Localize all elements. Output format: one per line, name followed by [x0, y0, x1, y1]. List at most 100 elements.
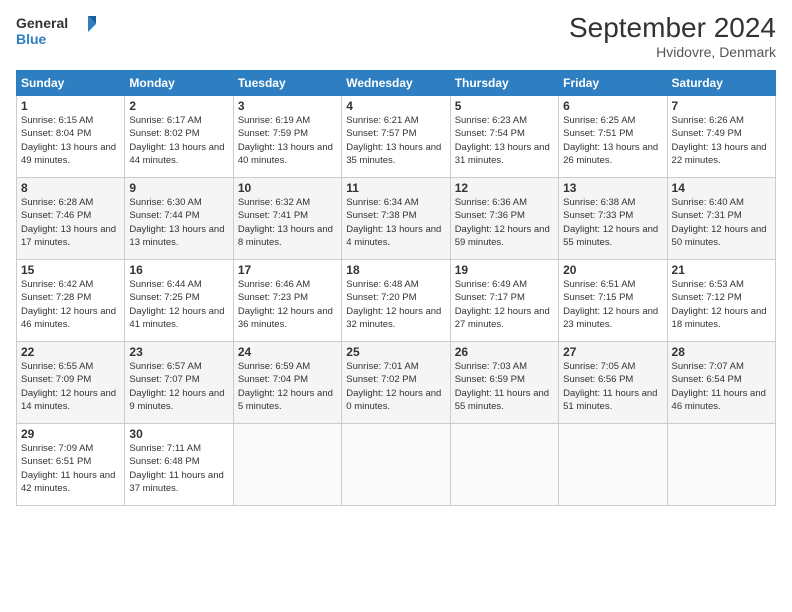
- day-number: 21: [672, 263, 771, 277]
- table-row: 17 Sunrise: 6:46 AMSunset: 7:23 PMDaylig…: [233, 260, 341, 342]
- col-wednesday: Wednesday: [342, 71, 450, 96]
- col-saturday: Saturday: [667, 71, 775, 96]
- day-info: Sunrise: 6:32 AMSunset: 7:41 PMDaylight:…: [238, 196, 337, 249]
- table-row: 9 Sunrise: 6:30 AMSunset: 7:44 PMDayligh…: [125, 178, 233, 260]
- table-row: 3 Sunrise: 6:19 AMSunset: 7:59 PMDayligh…: [233, 96, 341, 178]
- day-info: Sunrise: 6:36 AMSunset: 7:36 PMDaylight:…: [455, 196, 554, 249]
- day-info: Sunrise: 6:51 AMSunset: 7:15 PMDaylight:…: [563, 278, 662, 331]
- day-info: Sunrise: 7:01 AMSunset: 7:02 PMDaylight:…: [346, 360, 445, 413]
- calendar-week-row: 1 Sunrise: 6:15 AMSunset: 8:04 PMDayligh…: [17, 96, 776, 178]
- table-row: [233, 424, 341, 506]
- svg-text:Blue: Blue: [16, 31, 47, 47]
- day-info: Sunrise: 6:30 AMSunset: 7:44 PMDaylight:…: [129, 196, 228, 249]
- day-number: 17: [238, 263, 337, 277]
- calendar-week-row: 15 Sunrise: 6:42 AMSunset: 7:28 PMDaylig…: [17, 260, 776, 342]
- day-info: Sunrise: 6:42 AMSunset: 7:28 PMDaylight:…: [21, 278, 120, 331]
- table-row: 7 Sunrise: 6:26 AMSunset: 7:49 PMDayligh…: [667, 96, 775, 178]
- day-info: Sunrise: 6:59 AMSunset: 7:04 PMDaylight:…: [238, 360, 337, 413]
- svg-text:General: General: [16, 15, 68, 31]
- table-row: 29 Sunrise: 7:09 AMSunset: 6:51 PMDaylig…: [17, 424, 125, 506]
- day-info: Sunrise: 7:03 AMSunset: 6:59 PMDaylight:…: [455, 360, 554, 413]
- day-number: 26: [455, 345, 554, 359]
- table-row: 24 Sunrise: 6:59 AMSunset: 7:04 PMDaylig…: [233, 342, 341, 424]
- table-row: 25 Sunrise: 7:01 AMSunset: 7:02 PMDaylig…: [342, 342, 450, 424]
- month-title: September 2024: [569, 12, 776, 44]
- day-number: 19: [455, 263, 554, 277]
- day-info: Sunrise: 6:53 AMSunset: 7:12 PMDaylight:…: [672, 278, 771, 331]
- day-info: Sunrise: 6:26 AMSunset: 7:49 PMDaylight:…: [672, 114, 771, 167]
- day-info: Sunrise: 6:34 AMSunset: 7:38 PMDaylight:…: [346, 196, 445, 249]
- day-info: Sunrise: 6:40 AMSunset: 7:31 PMDaylight:…: [672, 196, 771, 249]
- table-row: 6 Sunrise: 6:25 AMSunset: 7:51 PMDayligh…: [559, 96, 667, 178]
- day-number: 16: [129, 263, 228, 277]
- location-subtitle: Hvidovre, Denmark: [569, 44, 776, 60]
- day-info: Sunrise: 6:38 AMSunset: 7:33 PMDaylight:…: [563, 196, 662, 249]
- col-tuesday: Tuesday: [233, 71, 341, 96]
- table-row: 12 Sunrise: 6:36 AMSunset: 7:36 PMDaylig…: [450, 178, 558, 260]
- table-row: 2 Sunrise: 6:17 AMSunset: 8:02 PMDayligh…: [125, 96, 233, 178]
- day-number: 4: [346, 99, 445, 113]
- day-number: 30: [129, 427, 228, 441]
- table-row: 21 Sunrise: 6:53 AMSunset: 7:12 PMDaylig…: [667, 260, 775, 342]
- day-number: 2: [129, 99, 228, 113]
- table-row: [667, 424, 775, 506]
- table-row: 8 Sunrise: 6:28 AMSunset: 7:46 PMDayligh…: [17, 178, 125, 260]
- day-number: 20: [563, 263, 662, 277]
- day-info: Sunrise: 7:11 AMSunset: 6:48 PMDaylight:…: [129, 442, 228, 495]
- day-number: 1: [21, 99, 120, 113]
- day-number: 6: [563, 99, 662, 113]
- table-row: 11 Sunrise: 6:34 AMSunset: 7:38 PMDaylig…: [342, 178, 450, 260]
- day-number: 8: [21, 181, 120, 195]
- table-row: 20 Sunrise: 6:51 AMSunset: 7:15 PMDaylig…: [559, 260, 667, 342]
- day-info: Sunrise: 7:09 AMSunset: 6:51 PMDaylight:…: [21, 442, 120, 495]
- table-row: [559, 424, 667, 506]
- day-info: Sunrise: 6:57 AMSunset: 7:07 PMDaylight:…: [129, 360, 228, 413]
- table-row: 30 Sunrise: 7:11 AMSunset: 6:48 PMDaylig…: [125, 424, 233, 506]
- day-info: Sunrise: 6:17 AMSunset: 8:02 PMDaylight:…: [129, 114, 228, 167]
- table-row: 16 Sunrise: 6:44 AMSunset: 7:25 PMDaylig…: [125, 260, 233, 342]
- day-number: 23: [129, 345, 228, 359]
- title-block: September 2024 Hvidovre, Denmark: [569, 12, 776, 60]
- day-info: Sunrise: 6:19 AMSunset: 7:59 PMDaylight:…: [238, 114, 337, 167]
- col-monday: Monday: [125, 71, 233, 96]
- table-row: 19 Sunrise: 6:49 AMSunset: 7:17 PMDaylig…: [450, 260, 558, 342]
- page-header: General Blue September 2024 Hvidovre, De…: [16, 12, 776, 60]
- day-number: 11: [346, 181, 445, 195]
- table-row: 13 Sunrise: 6:38 AMSunset: 7:33 PMDaylig…: [559, 178, 667, 260]
- table-row: 22 Sunrise: 6:55 AMSunset: 7:09 PMDaylig…: [17, 342, 125, 424]
- day-number: 24: [238, 345, 337, 359]
- day-number: 15: [21, 263, 120, 277]
- col-sunday: Sunday: [17, 71, 125, 96]
- day-number: 22: [21, 345, 120, 359]
- table-row: 23 Sunrise: 6:57 AMSunset: 7:07 PMDaylig…: [125, 342, 233, 424]
- day-info: Sunrise: 6:46 AMSunset: 7:23 PMDaylight:…: [238, 278, 337, 331]
- day-number: 7: [672, 99, 771, 113]
- day-info: Sunrise: 6:23 AMSunset: 7:54 PMDaylight:…: [455, 114, 554, 167]
- col-friday: Friday: [559, 71, 667, 96]
- day-number: 13: [563, 181, 662, 195]
- table-row: [450, 424, 558, 506]
- day-number: 10: [238, 181, 337, 195]
- table-row: 15 Sunrise: 6:42 AMSunset: 7:28 PMDaylig…: [17, 260, 125, 342]
- table-row: 10 Sunrise: 6:32 AMSunset: 7:41 PMDaylig…: [233, 178, 341, 260]
- day-info: Sunrise: 6:25 AMSunset: 7:51 PMDaylight:…: [563, 114, 662, 167]
- header-row: Sunday Monday Tuesday Wednesday Thursday…: [17, 71, 776, 96]
- day-info: Sunrise: 6:28 AMSunset: 7:46 PMDaylight:…: [21, 196, 120, 249]
- day-info: Sunrise: 7:05 AMSunset: 6:56 PMDaylight:…: [563, 360, 662, 413]
- logo-icon: General Blue: [16, 12, 96, 50]
- day-number: 18: [346, 263, 445, 277]
- day-number: 28: [672, 345, 771, 359]
- calendar-week-row: 29 Sunrise: 7:09 AMSunset: 6:51 PMDaylig…: [17, 424, 776, 506]
- calendar-week-row: 8 Sunrise: 6:28 AMSunset: 7:46 PMDayligh…: [17, 178, 776, 260]
- day-number: 29: [21, 427, 120, 441]
- day-number: 9: [129, 181, 228, 195]
- table-row: 5 Sunrise: 6:23 AMSunset: 7:54 PMDayligh…: [450, 96, 558, 178]
- table-row: 4 Sunrise: 6:21 AMSunset: 7:57 PMDayligh…: [342, 96, 450, 178]
- day-number: 12: [455, 181, 554, 195]
- table-row: 14 Sunrise: 6:40 AMSunset: 7:31 PMDaylig…: [667, 178, 775, 260]
- table-row: 27 Sunrise: 7:05 AMSunset: 6:56 PMDaylig…: [559, 342, 667, 424]
- table-row: 28 Sunrise: 7:07 AMSunset: 6:54 PMDaylig…: [667, 342, 775, 424]
- day-info: Sunrise: 6:44 AMSunset: 7:25 PMDaylight:…: [129, 278, 228, 331]
- table-row: 18 Sunrise: 6:48 AMSunset: 7:20 PMDaylig…: [342, 260, 450, 342]
- day-info: Sunrise: 7:07 AMSunset: 6:54 PMDaylight:…: [672, 360, 771, 413]
